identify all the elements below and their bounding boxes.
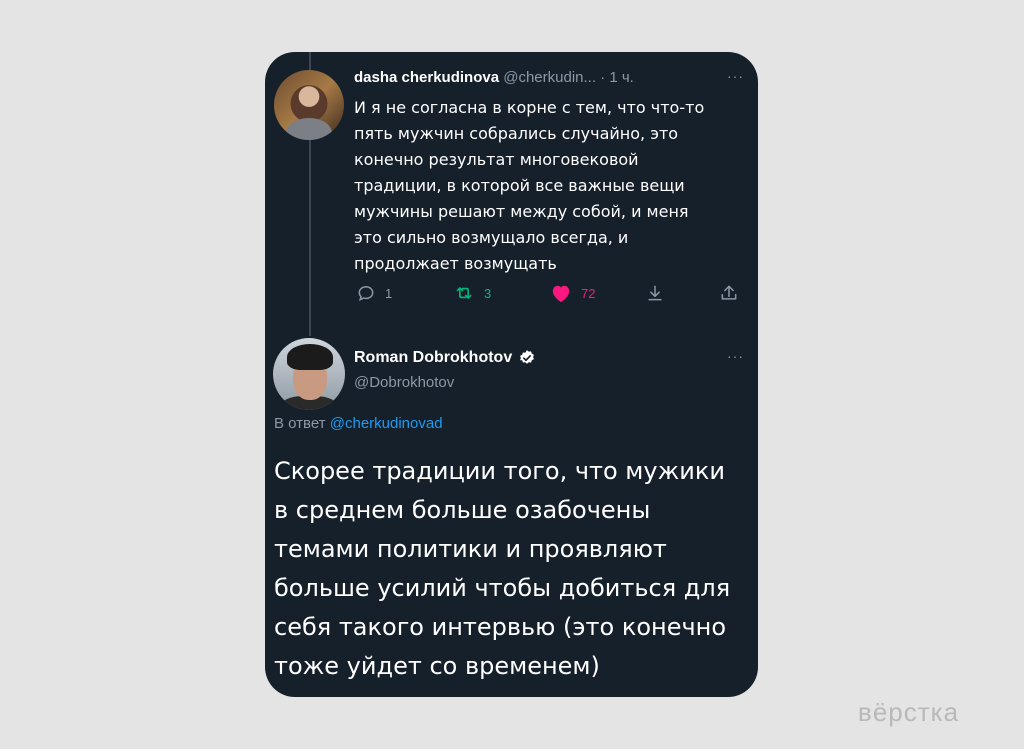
tweet1-line: пять мужчин собрались случайно, это xyxy=(354,124,679,143)
thread-line-top xyxy=(309,52,311,70)
reply-icon xyxy=(356,283,376,303)
reply-button[interactable]: 1 xyxy=(356,280,392,306)
tweet1-line: традиции, в которой все важные вещи xyxy=(354,176,685,195)
like-button[interactable]: 72 xyxy=(550,280,595,306)
share-button[interactable] xyxy=(719,280,739,306)
tweet2-text: Скорее традиции того, что мужики в средн… xyxy=(274,452,754,686)
more-icon[interactable]: ··· xyxy=(727,68,744,84)
tweet1-actions: 1 3 72 xyxy=(354,280,744,306)
reply-count: 1 xyxy=(385,285,393,301)
tweet1-display-name[interactable]: dasha cherkudinova xyxy=(354,69,499,86)
tweet1-handle[interactable]: @cherkudin... xyxy=(503,69,596,86)
tweet-card: dasha cherkudinova @cherkudin... · 1 ч. … xyxy=(265,52,758,697)
retweet-button[interactable]: 3 xyxy=(453,280,491,306)
reply-to-line: В ответ @cherkudinovad xyxy=(274,415,443,432)
bookmark-button[interactable] xyxy=(645,280,665,306)
verified-icon xyxy=(518,349,536,367)
tweet2-author: Roman Dobrokhotov xyxy=(354,349,536,367)
tweet1-line: мужчины решают между собой, и меня xyxy=(354,202,689,221)
tweet2-line: темами политики и проявляют xyxy=(274,535,667,563)
tweet2-line: себя такого интервью (это конечно xyxy=(274,613,727,641)
more-icon[interactable]: ··· xyxy=(727,348,744,364)
reply-prefix: В ответ xyxy=(274,415,326,432)
share-icon xyxy=(719,283,739,303)
retweet-count: 3 xyxy=(484,285,492,301)
avatar-roman[interactable] xyxy=(273,338,345,410)
tweet1-line: конечно результат многовековой xyxy=(354,150,639,169)
tweet2-display-name[interactable]: Roman Dobrokhotov xyxy=(354,349,512,367)
retweet-icon xyxy=(453,283,475,303)
thread-line xyxy=(309,140,311,336)
bookmark-icon xyxy=(645,283,665,303)
like-count: 72 xyxy=(581,285,596,301)
tweet1-line: продолжает возмущать xyxy=(354,254,557,273)
tweet1-line: И я не согласна в корне с тем, что что-т… xyxy=(354,98,705,117)
tweet2-line: тоже уйдет со временем) xyxy=(274,652,600,680)
tweet2-line: больше усилий чтобы добиться для xyxy=(274,574,731,602)
tweet1-text: И я не согласна в корне с тем, что что-т… xyxy=(354,95,749,277)
tweet2-handle[interactable]: @Dobrokhotov xyxy=(354,374,454,391)
reply-mention-link[interactable]: @cherkudinovad xyxy=(330,415,443,432)
watermark-logo: вёрстка xyxy=(858,697,960,727)
avatar-dasha[interactable] xyxy=(274,70,344,140)
tweet1-line: это сильно возмущало всегда, и xyxy=(354,228,629,247)
tweet2-line: Скорее традиции того, что мужики xyxy=(274,457,725,485)
like-icon xyxy=(550,283,572,303)
tweet1-header: dasha cherkudinova @cherkudin... · 1 ч. xyxy=(354,69,634,86)
tweet2-line: в среднем больше озабочены xyxy=(274,496,651,524)
tweet1-time[interactable]: · 1 ч. xyxy=(600,69,634,86)
